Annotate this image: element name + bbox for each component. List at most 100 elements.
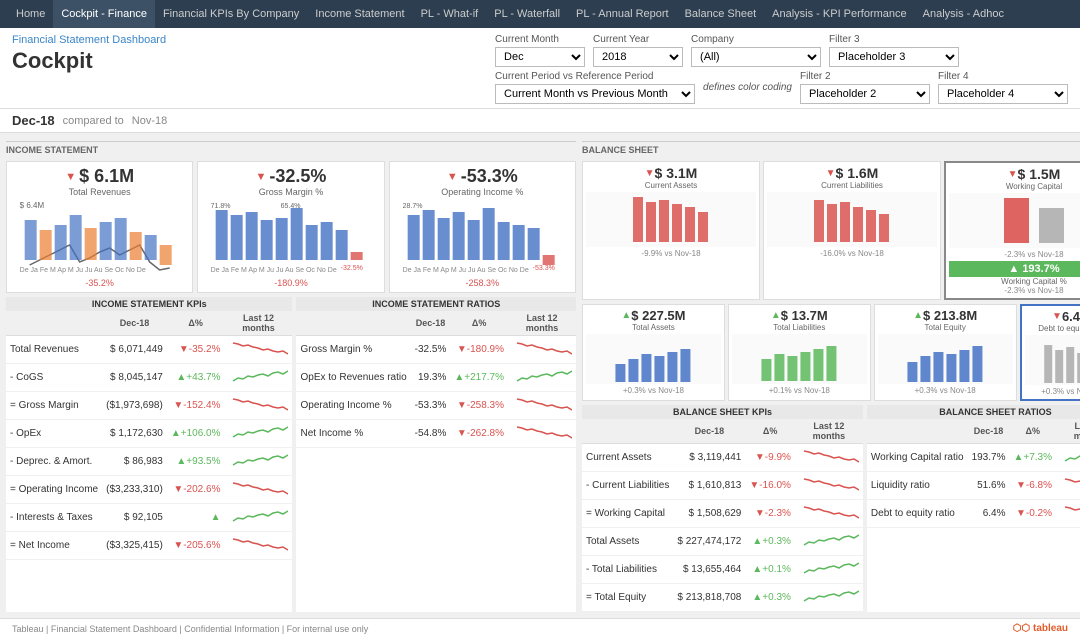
bs-kpi-table-header: BALANCE SHEET KPIs	[582, 405, 863, 419]
svg-text:28.7%: 28.7%	[402, 203, 422, 210]
table-row: Working Capital ratio 193.7% ▲+7.3%	[867, 444, 1080, 472]
table-row: - Deprec. & Amort. $ 86,983 ▲+93.5%	[6, 448, 292, 476]
filter2-select[interactable]: Placeholder 2	[800, 84, 930, 104]
table-row: Liquidity ratio 51.6% ▼-6.8%	[867, 472, 1080, 500]
current-liabilities-value: $ 1.6M	[836, 165, 879, 181]
svg-text:De Ja Fe M Ap M Ju Ju Au Se Oc: De Ja Fe M Ap M Ju Ju Au Se Oc No De	[20, 267, 146, 274]
nav-balance-sheet[interactable]: Balance Sheet	[677, 0, 765, 28]
operating-income-delta: -258.3%	[394, 278, 571, 288]
current-liabilities-label: Current Liabilities	[767, 181, 937, 190]
operating-income-chart: 28.7% -53.3% De Ja Fe M Ap M Ju Ju Au Se…	[394, 200, 571, 275]
nav-home[interactable]: Home	[8, 0, 53, 28]
income-kpi-table: Dec-18 Δ% Last 12months Total Revenues $…	[6, 311, 292, 560]
current-year-select[interactable]: 2018	[593, 47, 683, 67]
company-select[interactable]: (All)	[691, 47, 821, 67]
nav-pl-annual[interactable]: PL - Annual Report	[568, 0, 677, 28]
filter-current-period: Current Period vs Reference Period Curre…	[495, 71, 695, 104]
gross-margin-value: -32.5%	[269, 166, 326, 187]
kpi-box-total-revenues: $ 6.1M Total Revenues	[6, 161, 193, 293]
balance-sheet-panel: BALANCE SHEET $ 3.1M Current Assets	[582, 139, 1080, 612]
table-row: Gross Margin % -32.5% ▼-180.9%	[296, 336, 576, 364]
filter-3: Filter 3 Placeholder 3	[829, 34, 959, 67]
table-row: = Operating Income ($3,233,310) ▼-202.6%	[6, 476, 292, 504]
kpi-box-gross-margin: -32.5% Gross Margin %	[197, 161, 384, 293]
tableau-logo: ⬡⬡ tableau	[1013, 623, 1068, 634]
current-assets-chart	[586, 192, 756, 247]
kpi-box-total-liabilities: $ 13.7M Total Liabilities +0.1% vs Nov-1…	[728, 304, 871, 401]
kpi-box-total-equity: $ 213.8M Total Equity +0.3% vs Nov-18	[874, 304, 1017, 401]
nav-financial-kpis[interactable]: Financial KPIs By Company	[155, 0, 307, 28]
nav-analysis-adhoc[interactable]: Analysis - Adhoc	[915, 0, 1012, 28]
kpi-box-current-liabilities: $ 1.6M Current Liabilities -16.0% vs Nov…	[763, 161, 941, 300]
filter-company: Company (All)	[691, 34, 821, 67]
svg-text:65.4%: 65.4%	[281, 203, 301, 210]
table-row: = Total Equity $ 213,818,708 ▲+0.3%	[582, 584, 863, 612]
kpi-box-operating-income: -53.3% Operating Income %	[389, 161, 576, 293]
total-revenues-arrow	[65, 171, 76, 183]
total-equity-arrow	[913, 310, 923, 321]
income-ratios-table: Dec-18 Δ% Last 12months Gross Margin % -…	[296, 311, 576, 448]
total-revenues-value: $ 6.1M	[79, 166, 134, 187]
nav-cockpit-finance[interactable]: Cockpit - Finance	[53, 0, 155, 28]
table-row: - CoGS $ 8,045,147 ▲+43.7%	[6, 364, 292, 392]
operating-income-arrow	[447, 171, 458, 183]
nav-pl-waterfall[interactable]: PL - Waterfall	[486, 0, 568, 28]
income-kpi-summary: $ 6.1M Total Revenues	[6, 161, 576, 293]
nav-pl-whatif[interactable]: PL - What-if	[413, 0, 487, 28]
table-row: Total Assets $ 227,474,172 ▲+0.3%	[582, 528, 863, 556]
total-assets-arrow	[621, 310, 631, 321]
nav-analysis-kpi[interactable]: Analysis - KPI Performance	[764, 0, 915, 28]
working-capital-pct-badge: 193.7%	[949, 261, 1080, 277]
table-row: OpEx to Revenues ratio 19.3% ▲+217.7%	[296, 364, 576, 392]
current-assets-label: Current Assets	[586, 181, 756, 190]
bs-ratios-table-container: BALANCE SHEET RATIOS Dec-18 Δ% Last 12mo…	[867, 405, 1080, 612]
income-kpi-table-header: INCOME STATEMENT KPIs	[6, 297, 292, 311]
filter-current-year: Current Year 2018	[593, 34, 683, 67]
operating-income-value: -53.3%	[461, 166, 518, 187]
table-row: Operating Income % -53.3% ▼-258.3%	[296, 392, 576, 420]
income-ratios-table-header: INCOME STATEMENT RATIOS	[296, 297, 576, 311]
table-row: - Interests & Taxes $ 92,105 ▲	[6, 504, 292, 532]
filter-4: Filter 4 Placeholder 4	[938, 71, 1068, 104]
bs-kpi-table: Dec-18 Δ% Last 12months Current Assets $…	[582, 419, 863, 612]
table-row: = Net Income ($3,325,415) ▼-205.6%	[6, 532, 292, 560]
current-period-select[interactable]: Current Month vs Previous Month	[495, 84, 695, 104]
filter-current-month: Current Month Dec	[495, 34, 585, 67]
bs-tables: BALANCE SHEET KPIs Dec-18 Δ% Last 12mont…	[582, 405, 1080, 612]
footer: Tableau | Financial Statement Dashboard …	[0, 618, 1080, 638]
income-kpi-table-container: INCOME STATEMENT KPIs Dec-18 Δ% Last 12m…	[6, 297, 292, 612]
table-row: - OpEx $ 1,172,630 ▲+106.0%	[6, 420, 292, 448]
header-area: Financial Statement Dashboard Cockpit Cu…	[0, 28, 1080, 109]
gross-margin-label: Gross Margin %	[202, 187, 379, 197]
total-revenues-chart: $ 6.4M De Ja Fe M Ap M Ju Ju Au Se Oc No…	[11, 200, 188, 275]
date-compared-label: compared to	[63, 115, 124, 127]
svg-text:-53.3%: -53.3%	[532, 265, 554, 272]
filter4-select[interactable]: Placeholder 4	[938, 84, 1068, 104]
current-assets-value: $ 3.1M	[655, 165, 698, 181]
color-coding-label: defines color coding	[703, 82, 792, 93]
nav-bar: Home Cockpit - Finance Financial KPIs By…	[0, 0, 1080, 28]
total-liabilities-arrow	[771, 310, 781, 321]
balance-sheet-title: BALANCE SHEET	[582, 141, 1080, 157]
debt-equity-value: 6.4%	[1062, 309, 1080, 324]
nav-income-statement[interactable]: Income Statement	[307, 0, 412, 28]
income-ratios-table-container: INCOME STATEMENT RATIOS Dec-18 Δ% Last 1…	[296, 297, 576, 612]
table-row: = Gross Margin ($1,973,698) ▼-152.4%	[6, 392, 292, 420]
working-capital-label: Working Capital	[949, 182, 1080, 191]
kpi-box-current-assets: $ 3.1M Current Assets -9.9% vs Nov-18	[582, 161, 760, 300]
filter3-select[interactable]: Placeholder 3	[829, 47, 959, 67]
total-revenues-delta: -35.2%	[11, 278, 188, 288]
current-month-select[interactable]: Dec	[495, 47, 585, 67]
income-statement-title: INCOME STATEMENT	[6, 141, 576, 157]
gross-margin-delta: -180.9%	[202, 278, 379, 288]
total-liabilities-value: $ 13.7M	[781, 308, 828, 323]
income-tables: INCOME STATEMENT KPIs Dec-18 Δ% Last 12m…	[6, 297, 576, 612]
total-revenues-label: Total Revenues	[11, 187, 188, 197]
total-liabilities-label: Total Liabilities	[732, 323, 867, 332]
debt-equity-arrow	[1052, 311, 1062, 322]
kpi-box-debt-equity: 6.4% Debt to equity ratio +0.3% vs Nov-1…	[1020, 304, 1080, 401]
current-assets-arrow	[645, 168, 655, 179]
kpi-box-working-capital: $ 1.5M Working Capital -2.3% vs Nov-18 1…	[944, 161, 1080, 300]
table-row: - Total Liabilities $ 13,655,464 ▲+0.1%	[582, 556, 863, 584]
table-row: Current Assets $ 3,119,441 ▼-9.9%	[582, 444, 863, 472]
